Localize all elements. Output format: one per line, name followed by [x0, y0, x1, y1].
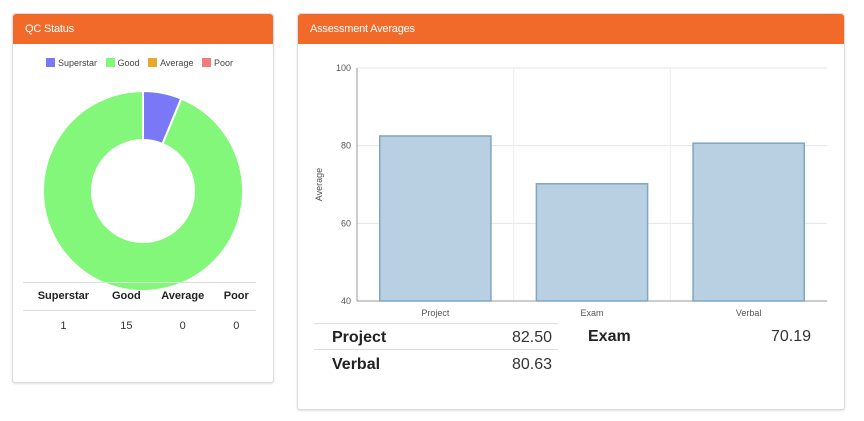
- qc-value-average: 0: [179, 320, 186, 332]
- qc-value-poor: 0: [233, 320, 240, 332]
- y-tick-label: 40: [341, 296, 351, 306]
- avg-label-project: Project: [332, 329, 387, 346]
- qc-value-superstar: 1: [60, 320, 67, 332]
- qc-value-good: 15: [120, 320, 133, 332]
- x-tick-label: Exam: [580, 308, 603, 318]
- qc-header-superstar: Superstar: [23, 282, 104, 311]
- bar-project[interactable]: [378, 135, 492, 302]
- donut-slice-good[interactable]: [42, 90, 244, 292]
- legend-item-superstar[interactable]: Superstar: [46, 58, 97, 68]
- assessment-averages-title: Assessment Averages: [298, 14, 844, 44]
- avg-value-exam: 70.19: [770, 328, 811, 345]
- avg-value-verbal: 80.63: [511, 356, 552, 373]
- legend-swatch-good: [105, 58, 115, 67]
- avg-row-verbal: Verbal 80.63: [314, 351, 558, 378]
- legend-item-good[interactable]: Good: [105, 58, 140, 68]
- qc-status-table: Superstar Good Average Poor 1 15 0 0: [23, 282, 256, 341]
- legend-swatch-superstar: [46, 58, 55, 67]
- avg-label-verbal: Verbal: [332, 356, 381, 373]
- qc-legend: Superstar Good Average Poor: [46, 58, 239, 68]
- qc-header-good: Good: [103, 282, 149, 311]
- bar-exam[interactable]: [535, 183, 649, 302]
- qc-table-row: 1 15 0 0: [23, 311, 256, 342]
- y-tick-label: 100: [336, 63, 351, 73]
- qc-status-title: QC Status: [13, 14, 273, 44]
- avg-row-exam: Exam 70.19: [570, 323, 817, 350]
- avg-label-exam: Exam: [588, 328, 631, 345]
- avg-value-project: 82.50: [511, 329, 552, 346]
- legend-item-average[interactable]: Average: [148, 58, 193, 68]
- y-tick-label: 80: [341, 141, 351, 151]
- y-axis-label: Average: [314, 168, 324, 201]
- legend-label-superstar: Superstar: [58, 58, 98, 68]
- legend-swatch-average: [148, 58, 158, 67]
- legend-item-poor[interactable]: Poor: [201, 58, 233, 68]
- qc-header-average: Average: [148, 282, 217, 311]
- legend-label-average: Average: [160, 58, 194, 68]
- legend-label-good: Good: [117, 58, 140, 68]
- assessment-bar-chart: 40 60 80 100 Project Exam Verbal Average: [314, 63, 827, 318]
- qc-header-poor: Poor: [216, 282, 256, 311]
- qc-table-header-row: Superstar Good Average Poor: [23, 282, 256, 311]
- qc-donut-chart: [42, 90, 244, 292]
- x-tick-label: Project: [421, 308, 450, 318]
- legend-label-poor: Poor: [213, 58, 233, 68]
- y-tick-label: 60: [341, 218, 351, 228]
- x-tick-label: Verbal: [736, 308, 762, 318]
- avg-row-project: Project 82.50: [314, 323, 558, 350]
- legend-swatch-poor: [201, 58, 211, 67]
- bar-verbal[interactable]: [692, 142, 806, 302]
